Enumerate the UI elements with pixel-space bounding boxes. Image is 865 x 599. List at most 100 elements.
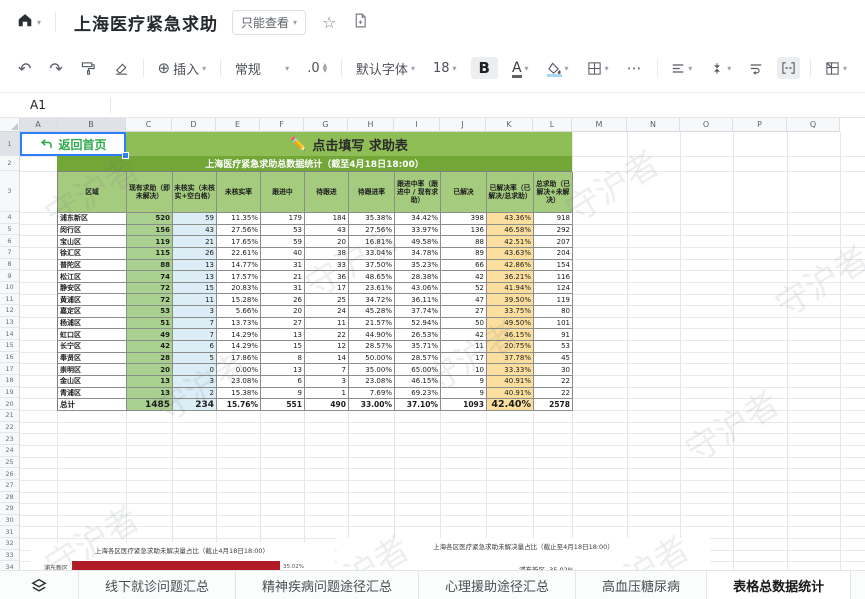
table-cell[interactable]: 20 — [261, 306, 305, 318]
table-cell[interactable]: 204 — [534, 248, 573, 260]
row-header-21[interactable]: 21 — [0, 410, 20, 422]
permission-badge[interactable]: 只能查看 ▾ — [232, 10, 306, 35]
table-cell[interactable]: 松江区 — [58, 271, 127, 283]
table-cell[interactable]: 13 — [173, 260, 217, 272]
sheet-grid[interactable]: ✏️ 点击填写 求助表 上海医疗紧急求助总数据统计（截至4月18日18:00） … — [0, 118, 865, 570]
table-cell[interactable]: 40.91% — [487, 388, 534, 400]
row-header-10[interactable]: 10 — [0, 282, 20, 294]
star-favorite-button[interactable]: ☆ — [322, 13, 336, 32]
column-header-O[interactable]: O — [680, 118, 733, 132]
table-header-cell[interactable]: 待跟进率 — [349, 172, 395, 213]
table-cell[interactable]: 12 — [305, 341, 349, 353]
new-doc-button[interactable] — [352, 12, 369, 33]
fill-color-button[interactable]: ▾ — [543, 58, 573, 79]
table-cell[interactable]: 28 — [127, 353, 173, 365]
table-cell[interactable]: 13.73% — [217, 318, 261, 330]
table-cell[interactable]: 36 — [305, 271, 349, 283]
row-header-23[interactable]: 23 — [0, 433, 20, 445]
row-header-27[interactable]: 27 — [0, 480, 20, 492]
row-header-18[interactable]: 18 — [0, 375, 20, 387]
table-cell[interactable]: 35.71% — [395, 341, 441, 353]
table-cell[interactable]: 43.63% — [487, 248, 534, 260]
table-cell[interactable]: 40 — [261, 248, 305, 260]
table-cell[interactable]: 13 — [127, 376, 173, 388]
table-cell[interactable]: 119 — [127, 236, 173, 248]
table-cell[interactable]: 20 — [127, 364, 173, 376]
table-cell[interactable]: 9 — [261, 388, 305, 400]
row-header-2[interactable]: 2 — [0, 156, 20, 171]
table-cell[interactable]: 6 — [261, 376, 305, 388]
column-header-P[interactable]: P — [733, 118, 787, 132]
clear-format-button[interactable] — [110, 57, 133, 80]
row-header-33[interactable]: 33 — [0, 550, 20, 562]
table-cell[interactable]: 8 — [261, 353, 305, 365]
table-cell[interactable]: 34.78% — [395, 248, 441, 260]
table-cell[interactable]: 26.53% — [395, 329, 441, 341]
table-cell[interactable]: 234 — [173, 399, 217, 411]
table-cell[interactable]: 22 — [534, 376, 573, 388]
table-cell[interactable]: 42 — [441, 271, 487, 283]
column-header-K[interactable]: K — [486, 118, 533, 132]
table-cell[interactable]: 115 — [127, 248, 173, 260]
column-header-H[interactable]: H — [348, 118, 394, 132]
table-cell[interactable]: 44.90% — [349, 329, 395, 341]
table-cell[interactable]: 50.00% — [349, 353, 395, 365]
row-header-13[interactable]: 13 — [0, 317, 20, 329]
table-cell[interactable]: 551 — [261, 399, 305, 411]
table-cell[interactable]: 15.28% — [217, 294, 261, 306]
selection-handle[interactable] — [122, 152, 129, 159]
table-cell[interactable]: 10 — [441, 364, 487, 376]
table-cell[interactable]: 7 — [305, 364, 349, 376]
table-cell[interactable]: 25 — [305, 294, 349, 306]
table-cell[interactable]: 22 — [305, 329, 349, 341]
table-header-cell[interactable]: 跟进中 — [261, 172, 305, 213]
table-header-cell[interactable]: 总求助（已解决+未解决） — [534, 172, 573, 213]
table-cell[interactable]: 22.61% — [217, 248, 261, 260]
table-cell[interactable]: 2 — [173, 388, 217, 400]
row-header-30[interactable]: 30 — [0, 515, 20, 527]
row-header-7[interactable]: 7 — [0, 247, 20, 259]
table-cell[interactable]: 45 — [534, 353, 573, 365]
table-cell[interactable]: 17.57% — [217, 271, 261, 283]
table-cell[interactable]: 13 — [261, 329, 305, 341]
table-cell[interactable]: 46.58% — [487, 225, 534, 237]
table-cell[interactable]: 91 — [534, 329, 573, 341]
table-cell[interactable]: 15 — [173, 283, 217, 295]
column-header-D[interactable]: D — [172, 118, 216, 132]
table-cell[interactable]: 42.51% — [487, 236, 534, 248]
formula-input[interactable] — [111, 93, 865, 117]
table-cell[interactable]: 72 — [127, 283, 173, 295]
column-header-B[interactable]: B — [57, 118, 126, 132]
table-cell[interactable]: 53 — [261, 225, 305, 237]
text-wrap-button[interactable] — [745, 58, 767, 79]
table-cell[interactable]: 3 — [173, 306, 217, 318]
font-select[interactable]: 默认字体 ▾ — [352, 55, 419, 82]
table-cell[interactable]: 24 — [305, 306, 349, 318]
column-header-L[interactable]: L — [533, 118, 572, 132]
table-cell[interactable]: 27.56% — [217, 225, 261, 237]
row-header-19[interactable]: 19 — [0, 387, 20, 399]
table-cell[interactable]: 207 — [534, 236, 573, 248]
table-cell[interactable]: 11 — [173, 294, 217, 306]
table-cell[interactable]: 35.23% — [395, 260, 441, 272]
table-cell[interactable]: 宝山区 — [58, 236, 127, 248]
table-cell[interactable]: 6 — [173, 341, 217, 353]
table-cell[interactable]: 31 — [261, 283, 305, 295]
table-cell[interactable]: 金山区 — [58, 376, 127, 388]
table-cell[interactable]: 3 — [305, 376, 349, 388]
table-cell[interactable]: 45.28% — [349, 306, 395, 318]
table-cell[interactable]: 黄浦区 — [58, 294, 127, 306]
table-header-cell[interactable]: 未核实率 — [217, 172, 261, 213]
table-cell[interactable]: 闵行区 — [58, 225, 127, 237]
table-cell[interactable]: 43.06% — [395, 283, 441, 295]
table-cell[interactable]: 14.29% — [217, 329, 261, 341]
table-header-cell[interactable]: 已解决 — [441, 172, 487, 213]
table-cell[interactable]: 7.69% — [349, 388, 395, 400]
table-cell[interactable]: 23.08% — [217, 376, 261, 388]
column-header-C[interactable]: C — [126, 118, 172, 132]
table-cell[interactable]: 47 — [441, 294, 487, 306]
table-cell[interactable]: 116 — [534, 271, 573, 283]
table-cell[interactable]: 36.21% — [487, 271, 534, 283]
row-header-17[interactable]: 17 — [0, 363, 20, 375]
table-cell[interactable]: 31 — [261, 260, 305, 272]
